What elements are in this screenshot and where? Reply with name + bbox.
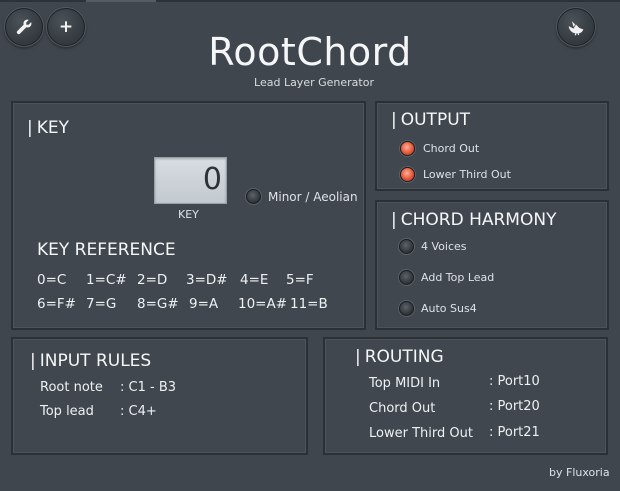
app-title: RootChord (208, 30, 412, 74)
root-note-label: Root note (40, 380, 103, 395)
key-panel-title-text: KEY (36, 118, 70, 138)
minor-aeolian-toggle[interactable] (246, 189, 261, 204)
key-ref-item: 3=D# (186, 272, 228, 288)
key-reference-title: KEY REFERENCE (37, 240, 176, 260)
top-lead-value: : C4+ (120, 404, 157, 419)
chord-out-toggle[interactable] (400, 141, 415, 156)
key-ref-item: 2=D (137, 272, 168, 288)
top-midi-in-label: Top MIDI In (369, 376, 441, 391)
key-ref-item: 0=C (37, 272, 67, 288)
output-panel-title-text: OUTPUT (400, 110, 471, 130)
four-voices-toggle[interactable] (399, 239, 414, 254)
key-ref-item: 11=B (290, 296, 328, 312)
input-rules-title: | INPUT RULES (30, 351, 152, 371)
four-voices-label: 4 Voices (421, 240, 467, 253)
key-value: 0 (202, 162, 222, 197)
lower-third-out-route-value: : Port21 (489, 425, 540, 440)
key-ref-item: 1=C# (86, 272, 127, 288)
app-subtitle: Lead Layer Generator (254, 76, 374, 89)
key-ref-item: 7=G (86, 296, 117, 312)
key-ref-item: 4=E (240, 272, 269, 288)
minor-aeolian-label: Minor / Aeolian (268, 190, 358, 204)
output-panel-title: | OUTPUT (391, 110, 471, 130)
chord-out-label: Chord Out (423, 142, 480, 155)
chord-out-route-value: : Port20 (489, 399, 540, 414)
key-value-display[interactable]: 0 (154, 157, 227, 204)
auto-sus4-toggle[interactable] (399, 301, 414, 316)
key-display-label: KEY (178, 208, 199, 221)
add-top-lead-toggle[interactable] (399, 270, 414, 285)
root-note-value: : C1 - B3 (120, 380, 177, 395)
top-midi-in-value: : Port10 (489, 374, 540, 389)
key-ref-item: 10=A# (238, 296, 288, 312)
top-strip (0, 0, 620, 2)
key-ref-item: 5=F (286, 272, 314, 288)
add-top-lead-label: Add Top Lead (421, 271, 495, 284)
input-rules-title-text: INPUT RULES (39, 351, 152, 371)
key-ref-item: 6=F# (37, 296, 76, 312)
lower-third-out-route-label: Lower Third Out (369, 426, 473, 441)
chord-harmony-title: | CHORD HARMONY (391, 210, 557, 230)
lower-third-out-toggle[interactable] (400, 167, 415, 182)
top-lead-label: Top lead (40, 404, 94, 419)
routing-title-text: ROUTING (364, 347, 444, 367)
top-strip-notch (86, 0, 156, 2)
auto-sus4-label: Auto Sus4 (421, 302, 477, 315)
lower-third-out-label: Lower Third Out (423, 168, 511, 181)
routing-title: | ROUTING (355, 347, 444, 367)
credit-text: by Fluxoria (549, 466, 610, 479)
chord-out-route-label: Chord Out (369, 401, 436, 416)
key-ref-item: 8=G# (137, 296, 179, 312)
chord-harmony-title-text: CHORD HARMONY (400, 210, 557, 230)
key-ref-item: 9=A (189, 296, 219, 312)
key-panel-title: | KEY (27, 118, 70, 138)
